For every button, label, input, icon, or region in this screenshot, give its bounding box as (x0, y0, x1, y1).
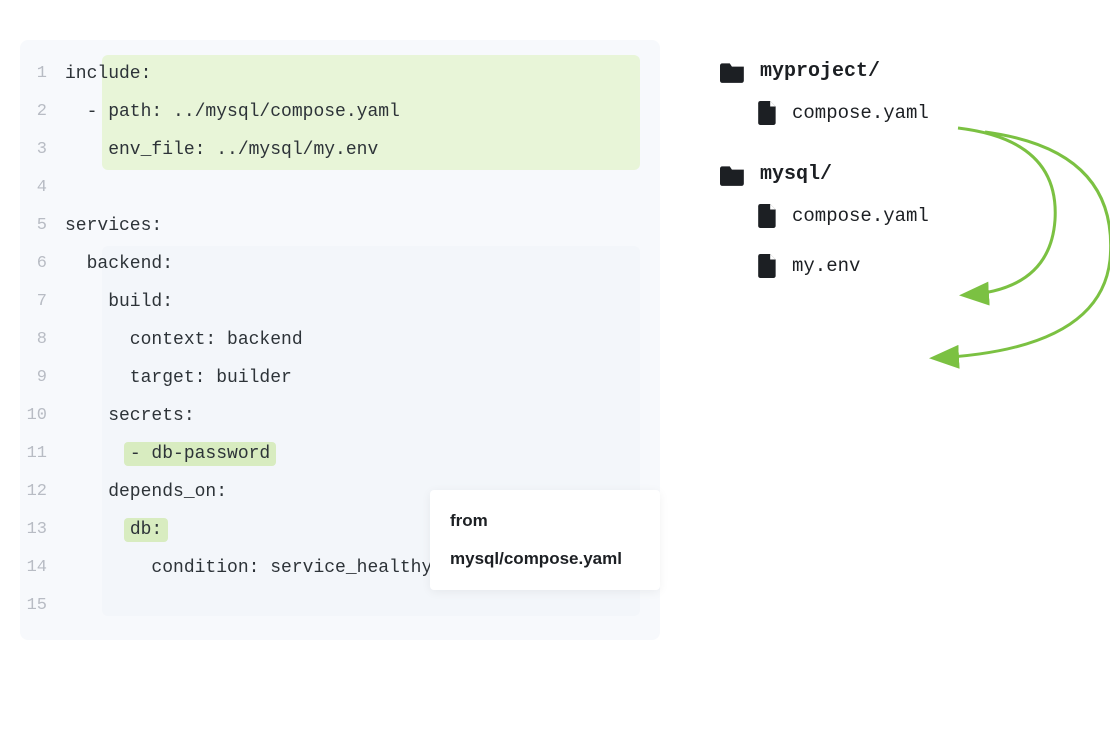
code-line: 8 context: backend (20, 321, 660, 359)
line-number: 7 (20, 283, 65, 321)
line-number: 12 (20, 473, 65, 511)
line-content: services: (65, 207, 660, 245)
callout-text: from mysql/compose.yaml (450, 511, 622, 568)
line-number: 5 (20, 207, 65, 245)
line-content: build: (65, 283, 660, 321)
tree-file: my.env (758, 254, 1060, 278)
diagram-container: 1include:2 - path: ../mysql/compose.yaml… (20, 40, 1090, 640)
line-content: - db-password (65, 435, 660, 473)
inline-highlight: - db-password (124, 442, 276, 466)
callout-tooltip: from mysql/compose.yaml (430, 490, 660, 590)
line-number: 15 (20, 587, 65, 625)
code-line: 11 - db-password (20, 435, 660, 473)
tree-items: myproject/compose.yaml mysql/compose.yaml… (720, 60, 1060, 278)
line-number: 4 (20, 169, 65, 207)
line-content: env_file: ../mysql/my.env (65, 131, 660, 169)
code-line: 2 - path: ../mysql/compose.yaml (20, 93, 660, 131)
tree-file: compose.yaml (758, 204, 1060, 228)
line-content: include: (65, 55, 660, 93)
file-icon (758, 254, 778, 278)
file-tree: myproject/compose.yaml mysql/compose.yaml… (720, 40, 1060, 640)
line-number: 6 (20, 245, 65, 283)
code-line: 9 target: builder (20, 359, 660, 397)
line-number: 8 (20, 321, 65, 359)
tree-folder: mysql/ (720, 163, 1060, 186)
line-number: 1 (20, 55, 65, 93)
tree-file: compose.yaml (758, 101, 1060, 125)
code-line: 7 build: (20, 283, 660, 321)
folder-icon (720, 164, 746, 186)
code-line: 1include: (20, 55, 660, 93)
file-icon (758, 101, 778, 125)
line-number: 3 (20, 131, 65, 169)
line-content: target: builder (65, 359, 660, 397)
line-number: 13 (20, 511, 65, 549)
line-number: 10 (20, 397, 65, 435)
inline-highlight: db: (124, 518, 168, 542)
line-content: secrets: (65, 397, 660, 435)
file-icon (758, 204, 778, 228)
code-panel: 1include:2 - path: ../mysql/compose.yaml… (20, 40, 660, 640)
line-number: 11 (20, 435, 65, 473)
tree-item-label: compose.yaml (792, 102, 929, 124)
tree-item-label: compose.yaml (792, 205, 929, 227)
line-content: context: backend (65, 321, 660, 359)
tree-spacer (720, 151, 1060, 163)
tree-item-label: my.env (792, 255, 860, 277)
code-line: 3 env_file: ../mysql/my.env (20, 131, 660, 169)
tree-folder: myproject/ (720, 60, 1060, 83)
code-line: 5services: (20, 207, 660, 245)
folder-icon (720, 61, 746, 83)
line-number: 9 (20, 359, 65, 397)
tree-item-label: myproject/ (760, 60, 880, 83)
line-number: 2 (20, 93, 65, 131)
code-line: 10 secrets: (20, 397, 660, 435)
line-number: 14 (20, 549, 65, 587)
code-line: 4 (20, 169, 660, 207)
tree-item-label: mysql/ (760, 163, 832, 186)
line-content: - path: ../mysql/compose.yaml (65, 93, 660, 131)
code-line: 6 backend: (20, 245, 660, 283)
line-content: backend: (65, 245, 660, 283)
code-line: 15 (20, 587, 660, 625)
